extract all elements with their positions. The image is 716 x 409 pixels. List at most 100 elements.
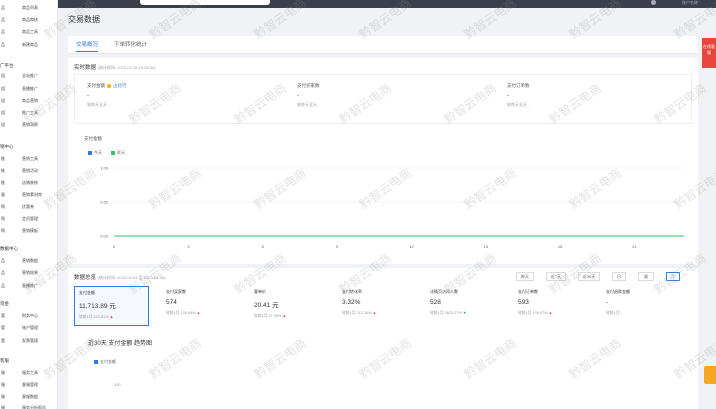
sidebar-group-glyph: 推: [1, 168, 5, 173]
realtime-stats-panel: 支付金额 占比行 - 较昨天全天 - 支付买家数 - 较昨天全天 - 支付订单数 …: [74, 74, 692, 124]
kpi-label: 支付退款金额: [606, 289, 630, 294]
x-tick-label: 12: [409, 244, 414, 249]
range-button[interactable]: 昨天: [516, 272, 534, 281]
x-tick-label: 0: [113, 244, 116, 249]
sidebar-item[interactable]: 营销模板: [22, 228, 38, 234]
arrow-down-icon: ▼: [461, 311, 467, 315]
sidebar-item[interactable]: 营销洞察: [22, 122, 38, 128]
sidebar-group-glyph: 品: [1, 5, 5, 10]
sidebar-item[interactable]: 会员管理: [22, 216, 38, 222]
sidebar-item[interactable]: 商品营销: [22, 98, 38, 104]
sidebar-item[interactable]: 优惠券: [22, 204, 34, 210]
sidebar-group-glyph: 组: [1, 110, 5, 115]
sidebar-section-heading[interactable]: 客服: [0, 358, 9, 364]
range-button[interactable]: 近7天: [546, 272, 566, 281]
sidebar-group-glyph: 组: [1, 122, 5, 127]
overview-card: 数据总览 (统计时间: 2023-04-01 至 2023-04-30) 昨天近…: [68, 268, 698, 409]
kpi-card[interactable]: 支付订单数 593 较前1月 105.07% ▲: [514, 286, 589, 326]
x-tick-label: 3: [187, 244, 190, 249]
sidebar-group-glyph: 品: [1, 29, 5, 34]
sidebar-group-glyph: 组: [1, 73, 5, 78]
sidebar-item[interactable]: 商品工具: [22, 29, 38, 35]
y-tick-label: 0.00: [100, 234, 109, 239]
online-service-button[interactable]: 在线客服: [702, 38, 716, 68]
range-button[interactable]: 日: [612, 272, 626, 281]
kpi-value: 11,713.89 元: [79, 303, 116, 310]
sidebar-item[interactable]: 营销活动: [22, 168, 38, 174]
sidebar-group-glyph: 购: [1, 216, 5, 221]
sidebar-group-glyph: 购: [1, 228, 5, 233]
arrow-up-icon: ▲: [547, 311, 553, 315]
sidebar-item[interactable]: 营销数据: [22, 258, 38, 264]
sidebar-item[interactable]: 店铺装修: [22, 180, 38, 186]
kpi-card[interactable]: 支付退款金额 - 较前1月 -: [602, 286, 677, 326]
sidebar-section-heading[interactable]: 销中心: [0, 144, 14, 150]
user-name[interactable]: 账户名称: [682, 0, 698, 6]
page-title: 交易数据: [68, 15, 100, 24]
arrow-up-icon: ▲: [195, 311, 201, 315]
sidebar-item[interactable]: 直播推广: [22, 283, 38, 289]
sidebar-group-glyph: 品: [1, 42, 5, 47]
sidebar-group-glyph: 推: [1, 156, 5, 161]
overview-time: (统计时间: 2023-04-01 至 2023-04-30): [97, 275, 166, 280]
range-button[interactable]: 近30天: [578, 272, 600, 281]
sidebar-item[interactable]: 财务中心: [22, 313, 38, 319]
range-button[interactable]: 周: [638, 272, 654, 281]
sidebar-item[interactable]: 推广工具: [22, 110, 38, 116]
arrow-up-icon: ▲: [108, 315, 114, 319]
range-button[interactable]: 月: [666, 272, 680, 281]
legend-swatch-yesterday: [111, 150, 116, 155]
share-link[interactable]: 占比行: [113, 83, 127, 88]
kpi-label: 详情页访问人数: [430, 289, 458, 294]
arrow-up-icon: ▲: [371, 311, 377, 315]
kpi-card[interactable]: 支付转化率 3.32% 较前1月 212.16% ▲: [338, 286, 413, 326]
global-search-input[interactable]: [140, 0, 270, 5]
kpi-compare: 较前1月 3823.27% ▼: [430, 311, 467, 315]
tab-overview[interactable]: 交易概况: [76, 40, 99, 52]
tab-order-conversion[interactable]: 下单转化统计: [114, 40, 147, 48]
sidebar-item[interactable]: 新建商品: [22, 42, 38, 48]
realtime-title: 实时数据 (统计时间: 2023-07-28 19:59:34): [74, 65, 156, 71]
kpi-card[interactable]: 客单价 20.41 元较前1月 37.96% ▲: [250, 286, 325, 326]
x-tick-label: 15: [484, 244, 489, 249]
sidebar-group-glyph: 管: [1, 338, 5, 343]
sidebar-item[interactable]: 营销效果: [22, 270, 38, 276]
chart-metric-label: 支付金额: [84, 136, 102, 141]
sidebar-item[interactable]: 商品列表: [22, 5, 38, 11]
stat-pay-orders: 支付订单数 - 较昨天全天 -: [507, 83, 530, 107]
sidebar-item[interactable]: 直播推广: [22, 86, 38, 92]
kpi-compare: 较前1月 105.07% ▲: [518, 311, 553, 315]
kpi-card[interactable]: 详情页访问人数 528 较前1月 3823.27% ▼: [426, 286, 501, 326]
sidebar-group-glyph: 购: [1, 204, 5, 209]
sidebar-section-heading[interactable]: 广平台: [0, 63, 14, 69]
sidebar-item[interactable]: 营销工具: [22, 156, 38, 162]
sidebar-section-heading[interactable]: 数据中心: [0, 246, 18, 252]
info-icon: [107, 83, 111, 88]
user-avatar-icon[interactable]: [651, 0, 656, 5]
top-bar: 账户名称: [0, 0, 716, 8]
sidebar-group-glyph: 组: [1, 86, 5, 91]
kpi-card[interactable]: 支付买家数 574 较前1月 126.88% ▲: [162, 286, 237, 326]
sidebar-group-glyph: 品: [1, 283, 5, 288]
sidebar-section-heading[interactable]: 资金: [0, 301, 9, 307]
sidebar-item[interactable]: 商品审核: [22, 17, 38, 23]
realtime-time: (统计时间: 2023-07-28 19:59:34): [97, 65, 156, 70]
sidebar-item[interactable]: 全站推广: [22, 73, 38, 79]
sidebar-group-glyph: 品: [1, 17, 5, 22]
feedback-float-button[interactable]: [704, 366, 716, 384]
sidebar-item[interactable]: 服务工具: [22, 370, 38, 376]
kpi-card[interactable]: 支付金额 11,713.89 元较前1月 223.81% ▲: [74, 286, 149, 326]
sidebar-item[interactable]: 服务分析报告: [22, 405, 46, 409]
sidebar: 品商品列表品商品审核品商品工具品新建商品组全站推广组直播推广组商品营销组推广工具…: [0, 0, 58, 409]
sidebar-item[interactable]: 客服管理: [22, 382, 38, 388]
y-tick-label: 0.50: [100, 200, 109, 205]
kpi-compare: 较前1月 -: [606, 311, 622, 315]
sidebar-group-glyph: 量: [1, 192, 5, 197]
sidebar-item[interactable]: 发票管理: [22, 338, 38, 344]
kpi-label: 支付买家数: [166, 289, 186, 294]
sidebar-item[interactable]: 客服数据: [22, 394, 38, 400]
sidebar-item[interactable]: 营销素材库: [22, 192, 42, 198]
sidebar-item[interactable]: 账户管理: [22, 325, 38, 331]
overview-title: 数据总览 (统计时间: 2023-04-01 至 2023-04-30): [74, 275, 166, 281]
trend-title: 近30天 支付金额 趋势图: [88, 341, 153, 347]
